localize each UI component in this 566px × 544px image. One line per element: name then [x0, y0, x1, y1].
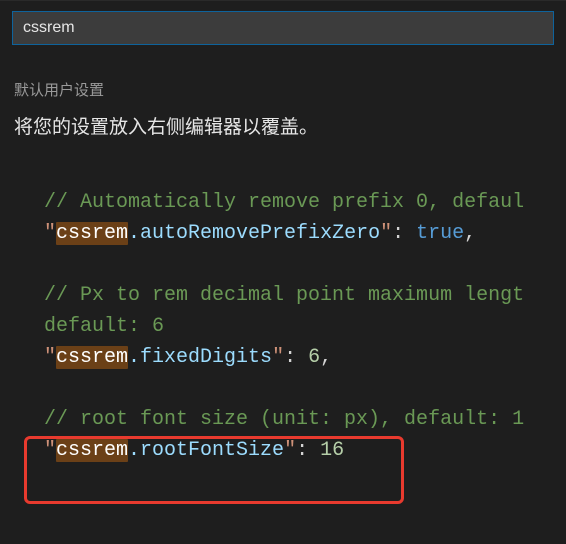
settings-search-input[interactable]	[12, 11, 554, 45]
settings-editor: 默认用户设置 将您的设置放入右侧编辑器以覆盖。 // Automatically…	[0, 0, 566, 544]
setting-comment: // Px to rem decimal point maximum lengt	[44, 280, 566, 311]
blank-line	[44, 249, 566, 280]
settings-code-block: // Automatically remove prefix 0, defaul…	[0, 187, 566, 466]
setting-comment: // root font size (unit: px), default: 1	[44, 404, 566, 435]
setting-comment: // Automatically remove prefix 0, defaul	[44, 187, 566, 218]
settings-description: 将您的设置放入右侧编辑器以覆盖。	[14, 114, 552, 143]
section-title-default-user-settings: 默认用户设置	[14, 79, 566, 100]
search-wrap	[0, 1, 566, 45]
setting-row[interactable]: "cssrem.rootFontSize": 16	[44, 435, 566, 466]
blank-line	[44, 373, 566, 404]
setting-row[interactable]: "cssrem.autoRemovePrefixZero": true,	[44, 218, 566, 249]
setting-comment: default: 6	[44, 311, 566, 342]
setting-row[interactable]: "cssrem.fixedDigits": 6,	[44, 342, 566, 373]
